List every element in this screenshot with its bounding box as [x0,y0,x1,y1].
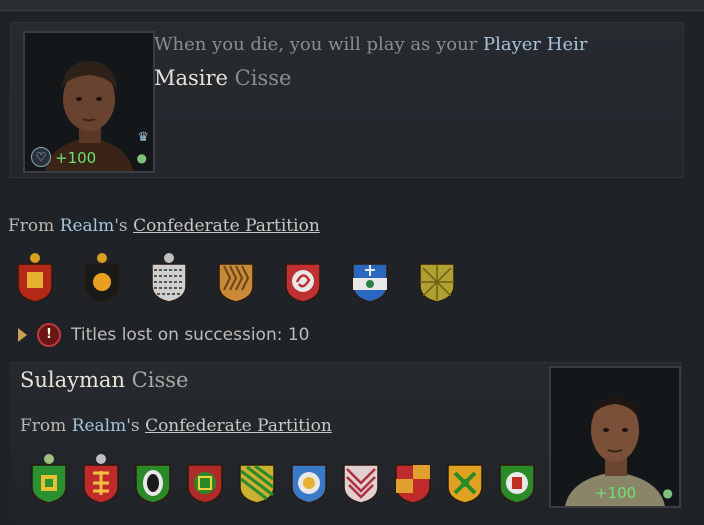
heir-from-line: From Realm's Confederate Partition [8,216,320,236]
heir-first-name: Masire [154,66,228,90]
second-opinion: +100 [595,484,637,502]
second-heir-name[interactable]: Sulayman Cisse [20,368,188,392]
realm-link[interactable]: Realm [72,416,127,436]
possessive-text: 's [126,416,146,436]
coa-icon[interactable] [15,252,55,302]
coa-icon[interactable] [149,252,189,302]
coa-icon[interactable] [82,252,122,302]
coa-icon[interactable] [393,453,433,503]
coa-icon[interactable] [29,453,69,503]
heir-dynasty: Cisse [234,66,292,90]
coa-icon[interactable] [237,453,277,503]
coa-icon[interactable] [283,252,323,302]
heir-name[interactable]: Masire Cisse [154,66,291,90]
heir-intro: When you die, you will play as your Play… [154,34,587,55]
coa-icon[interactable] [417,252,457,302]
heir-opinion: +100 [55,149,97,167]
coa-icon[interactable] [341,453,381,503]
coa-icon[interactable] [133,453,173,503]
possessive-text: 's [114,216,134,236]
expand-icon[interactable] [18,328,27,342]
second-dynasty: Cisse [131,368,189,392]
warning-icon: ! [37,323,61,347]
succession-label: Titles lost on succession: 10 [71,325,310,345]
crown-icon: ♛ [137,130,149,145]
player-heir-link[interactable]: Player Heir [483,34,587,55]
drop-icon: ● [662,486,673,500]
coa-icon[interactable] [350,252,390,302]
realm-link[interactable]: Realm [60,216,115,236]
coa-icon[interactable] [497,453,537,503]
coa-icon[interactable] [289,453,329,503]
succession-warning[interactable]: ! Titles lost on succession: 10 [18,323,309,347]
second-heir-portrait[interactable]: +100 ● [549,366,681,508]
top-strip [0,0,704,11]
heir-portrait[interactable]: ♡ +100 ♛ ● [23,31,155,173]
coa-icon[interactable] [185,453,225,503]
coa-icon[interactable] [216,252,256,302]
partition-link[interactable]: Confederate Partition [145,416,332,436]
coa-icon[interactable] [445,453,485,503]
second-first-name: Sulayman [20,368,125,392]
coa-icon[interactable] [81,453,121,503]
second-from-line: From Realm's Confederate Partition [20,416,332,436]
drop-icon: ● [136,151,147,165]
opinion-icon: ♡ [31,147,51,167]
from-text: From [8,216,60,236]
heir-intro-text: When you die, you will play as your [154,34,483,55]
from-text: From [20,416,72,436]
second-titles-row [29,453,537,503]
heir-titles-row [15,252,457,302]
partition-link[interactable]: Confederate Partition [133,216,320,236]
